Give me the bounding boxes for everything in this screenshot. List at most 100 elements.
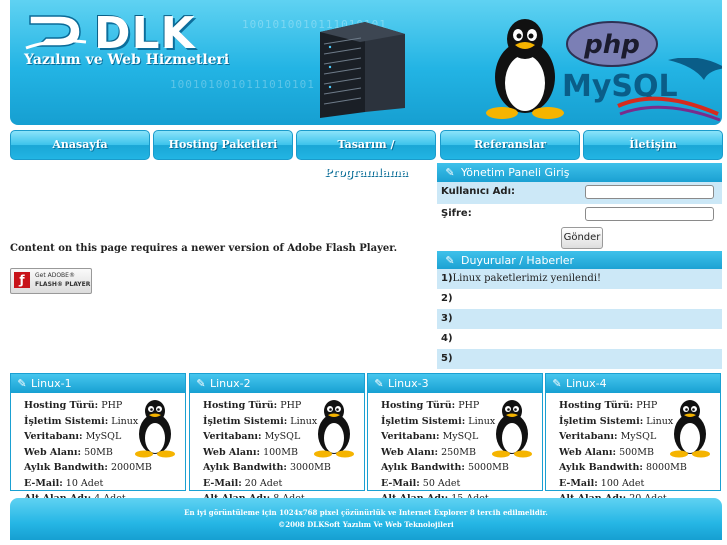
detail-label: Hosting Türü: [559,400,634,411]
news-item-text[interactable]: Linux paketlerimiz yenilendi! [453,273,602,284]
detail-label: Aylık Bandwith: [24,462,108,473]
password-input[interactable] [585,207,714,221]
package-card-linux-1[interactable]: ✎ Linux-1 Hosting Türü: PHP İşletim Siste… [10,373,186,504]
detail-label: İşletim Sistemi: [559,415,644,427]
username-label: Kullanıcı Adı: [441,186,516,197]
package-card-header: ✎ Linux-4 [546,374,720,393]
detail-value: 250MB [441,446,476,458]
flash-icon: ƒ [14,272,30,288]
login-submit-button[interactable]: Gönder [561,227,603,249]
detail-label: Web Alanı: [559,446,617,458]
logo-subtitle: Yazılım ve Web Hizmetleri [24,52,230,68]
nav-hosting-paketleri[interactable]: Hosting Paketleri [153,130,293,160]
server-rack-icon [320,22,405,118]
package-card-linux-2[interactable]: ✎ Linux-2 Hosting Türü: PHP İşletim Siste… [189,373,365,504]
footer-resolution-note: En iyi görüntüleme için 1024x768 pixel ç… [184,508,548,517]
tux-penguin-icon [492,400,532,458]
news-item-num: 4) [441,333,453,344]
detail-label: Hosting Türü: [203,400,278,411]
news-item-num: 3) [441,313,453,324]
package-card-linux-4[interactable]: ✎ Linux-4 Hosting Türü: PHP İşletim Siste… [545,373,721,504]
detail-label: Web Alanı: [203,446,261,458]
detail-label: Veritabanı: [381,431,440,442]
news-item: 5) [437,349,722,369]
detail-value: 8000MB [645,462,687,473]
package-name: Linux-1 [31,377,72,390]
detail-value: MySQL [85,431,122,442]
detail-value: 50 Adet [422,477,461,489]
detail-value: 100MB [263,446,298,458]
footer-copyright: ©2008 DLKSoft Yazılım Ve Web Teknolojile… [278,520,454,529]
paperclip-icon: ✎ [445,166,455,179]
news-item-num: 1) [441,273,453,284]
detail-value: 500MB [619,446,654,458]
detail-label: Web Alanı: [24,446,82,458]
detail-label: Web Alanı: [381,446,439,458]
detail-label: E-Mail: [24,477,63,489]
detail-value: 2000MB [110,462,152,473]
paperclip-icon: ✎ [445,254,455,267]
detail-label: Aylık Bandwith: [381,462,465,473]
detail-label: E-Mail: [559,477,598,489]
get-flash-player-button[interactable]: ƒ Get ADOBE® FLASH® PLAYER [10,268,92,294]
detail-value: PHP [636,400,658,411]
detail-label: Veritabanı: [203,431,262,442]
password-label: Şifre: [441,208,472,219]
nav-iletisim[interactable]: İletişim [583,130,723,160]
package-name: Linux-4 [566,377,607,390]
detail-label: Hosting Türü: [24,400,99,411]
news-item[interactable]: 1)Linux paketlerimiz yenilendi! [437,269,722,289]
detail-value: 10 Adet [65,477,104,489]
detail-label: İşletim Sistemi: [381,415,466,427]
detail-value: MySQL [264,431,301,442]
detail-value: MySQL [620,431,657,442]
nav-anasayfa[interactable]: Anasayfa [10,130,150,160]
tux-penguin-icon [314,400,354,458]
paperclip-icon: ✎ [17,377,27,390]
tux-penguin-icon [135,400,175,458]
site-footer: En iyi görüntüleme için 1024x768 pixel ç… [10,498,722,540]
paperclip-icon: ✎ [552,377,562,390]
binary-decoration-bottom: 1001010010111010101 [170,78,315,91]
detail-value: 50MB [84,446,113,458]
detail-value: PHP [458,400,480,411]
news-panel-title: Duyurular / Haberler [461,254,575,267]
detail-value: MySQL [442,431,479,442]
package-card-header: ✎ Linux-1 [11,374,185,393]
mysql-logo-icon: MySQL [562,58,722,122]
detail-label: Veritabanı: [24,431,83,442]
username-row: Kullanıcı Adı: [437,182,722,204]
detail-label: Veritabanı: [559,431,618,442]
flash-badge-bottom: FLASH® PLAYER [35,281,91,288]
news-item-num: 2) [441,293,453,304]
username-input[interactable] [585,185,714,199]
news-item: 2) [437,289,722,309]
login-panel-header: ✎ Yönetim Paneli Giriş [437,163,722,182]
nav-referanslar[interactable]: Referanslar [440,130,580,160]
package-card-header: ✎ Linux-3 [368,374,542,393]
package-card-header: ✎ Linux-2 [190,374,364,393]
news-item-num: 5) [441,353,453,364]
site-header: 1001010010111010101 1001010010111010101 … [10,0,722,125]
news-item: 3) [437,309,722,329]
package-card-linux-3[interactable]: ✎ Linux-3 Hosting Türü: PHP İşletim Siste… [367,373,543,504]
dlk-logo-icon[interactable] [24,8,90,52]
tux-penguin-icon [670,400,710,458]
paperclip-icon: ✎ [196,377,206,390]
main-nav: Anasayfa Hosting Paketleri Tasarım / Pro… [10,130,723,179]
detail-label: İşletim Sistemi: [24,415,109,427]
detail-label: E-Mail: [381,477,420,489]
nav-tasarim-programlama[interactable]: Tasarım / Programlama [296,130,436,179]
flash-message: Content on this page requires a newer ve… [10,243,398,254]
package-name: Linux-2 [210,377,251,390]
detail-value: PHP [101,400,123,411]
login-panel-title: Yönetim Paneli Giriş [461,166,570,179]
detail-label: İşletim Sistemi: [203,415,288,427]
detail-label: E-Mail: [203,477,242,489]
paperclip-icon: ✎ [374,377,384,390]
detail-value: 20 Adet [244,477,283,489]
detail-label: Hosting Türü: [381,400,456,411]
tux-penguin-icon [486,19,564,119]
detail-value: PHP [280,400,302,411]
detail-label: Aylık Bandwith: [559,462,643,473]
